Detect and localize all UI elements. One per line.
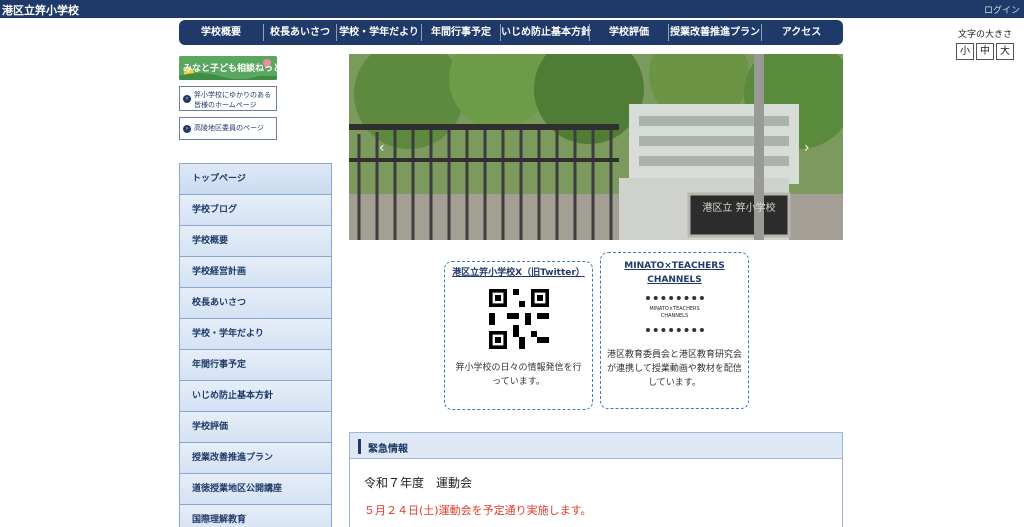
urgent-info-body: 令和７年度 運動会 ５月２４日(土)運動会を予定通り実施します。 <box>349 459 843 527</box>
sidebar-item-international-education[interactable]: 国際理解教育 <box>179 504 332 527</box>
alumni-homepage-link-label: 笄小学校にゆかりのある皆様のホームページ <box>194 91 271 109</box>
sidebar-item-top-page[interactable]: トップページ <box>179 163 332 194</box>
sidebar-item-school-blog[interactable]: 学校ブログ <box>179 194 332 225</box>
sidebar-item-anti-bullying[interactable]: いじめ防止基本方針 <box>179 380 332 411</box>
login-link[interactable]: ログイン <box>984 3 1020 16</box>
sidebar-item-newsletter[interactable]: 学校・学年だより <box>179 318 332 349</box>
sidebar-item-management-plan[interactable]: 学校経営計画 <box>179 256 332 287</box>
urgent-info-note: ５月２４日(土)運動会を予定通り実施します。 <box>364 504 592 517</box>
x-account-card[interactable]: 港区立笄小学校X（旧Twitter） 笄小学校の日々の情報発信を行っています。 <box>444 261 593 410</box>
gnav-item-improvement-plan[interactable]: 授業改善推進プラン <box>669 20 761 45</box>
district-committee-link-label: 高陵地区委員のページ <box>194 124 264 132</box>
qr-code-icon <box>488 289 549 349</box>
soudan-net-banner[interactable]: みなと子ども相談ねっと <box>179 56 277 80</box>
sidebar-item-improvement-plan[interactable]: 授業改善推進プラン <box>179 442 332 473</box>
sidebar-item-principal-greeting[interactable]: 校長あいさつ <box>179 287 332 318</box>
svg-text:‹: ‹ <box>379 140 385 156</box>
site-title[interactable]: 港区立笄小学校 <box>2 2 79 18</box>
heading-accent-bar <box>358 439 361 454</box>
gnav-item-newsletter[interactable]: 学校・学年だより <box>337 20 421 45</box>
sidebar-item-school-overview[interactable]: 学校概要 <box>179 225 332 256</box>
svg-text:›: › <box>804 140 810 156</box>
font-size-medium-button[interactable]: 中 <box>976 43 994 60</box>
sidebar-item-moral-open-lecture[interactable]: 道徳授業地区公開講座 <box>179 473 332 504</box>
teachers-channel-thumbnail: MINATO×TEACHERS CHANNELS <box>645 296 704 332</box>
gnav-item-evaluation[interactable]: 学校評価 <box>590 20 668 45</box>
gate-nameplate: 港区立 笄小学校 <box>702 203 776 214</box>
gnav-item-school-overview[interactable]: 学校概要 <box>179 20 263 45</box>
sidebar-item-annual-schedule[interactable]: 年間行事予定 <box>179 349 332 380</box>
sidebar-item-evaluation[interactable]: 学校評価 <box>179 411 332 442</box>
alumni-homepage-link[interactable]: › 笄小学校にゆかりのある皆様のホームページ <box>179 86 277 111</box>
side-nav: トップページ 学校ブログ 学校概要 学校経営計画 校長あいさつ 学校・学年だより… <box>179 163 332 527</box>
font-size-label: 文字の大きさ <box>957 30 1012 40</box>
soudan-banner-text: みなと子ども相談ねっと <box>183 64 277 74</box>
gnav-item-anti-bullying[interactable]: いじめ防止基本方針 <box>501 20 591 45</box>
district-committee-link[interactable]: › 高陵地区委員のページ <box>179 117 277 140</box>
gnav-item-principal-greeting[interactable]: 校長あいさつ <box>264 20 336 45</box>
font-size-small-button[interactable]: 小 <box>956 43 974 60</box>
x-account-description: 笄小学校の日々の情報発信を行っています。 <box>455 363 582 387</box>
font-size-large-button[interactable]: 大 <box>996 43 1014 60</box>
global-nav: 学校概要 校長あいさつ 学校・学年だより 年間行事予定 いじめ防止基本方針 学校… <box>179 20 843 45</box>
urgent-info-heading: 緊急情報 <box>368 444 408 455</box>
font-size-switcher: 文字の大きさ 小 中 大 <box>954 27 1016 60</box>
urgent-info-title: 令和７年度 運動会 <box>364 476 473 490</box>
urgent-info-header: 緊急情報 <box>349 432 843 459</box>
top-bar: 港区立笄小学校 ログイン <box>0 0 1024 18</box>
minato-teachers-description: 港区教育委員会と港区教育研究会が連携して授業動画や教材を配信しています。 <box>607 350 743 388</box>
arrow-right-icon: › <box>183 94 191 103</box>
gnav-item-access[interactable]: アクセス <box>762 20 841 45</box>
font-size-buttons: 小 中 大 <box>954 43 1016 60</box>
gnav-item-annual-schedule[interactable]: 年間行事予定 <box>422 20 500 45</box>
hero-school-gate-photo: ‹ › 港区立 笄小学校 <box>349 54 843 240</box>
minato-teachers-card[interactable]: MINATO×TEACHERS CHANNELS MINATO×TEACHERS… <box>600 252 749 409</box>
minato-teachers-title[interactable]: MINATO×TEACHERS CHANNELS <box>611 259 738 287</box>
arrow-right-icon: › <box>183 124 191 133</box>
x-account-title[interactable]: 港区立笄小学校X（旧Twitter） <box>445 266 592 280</box>
